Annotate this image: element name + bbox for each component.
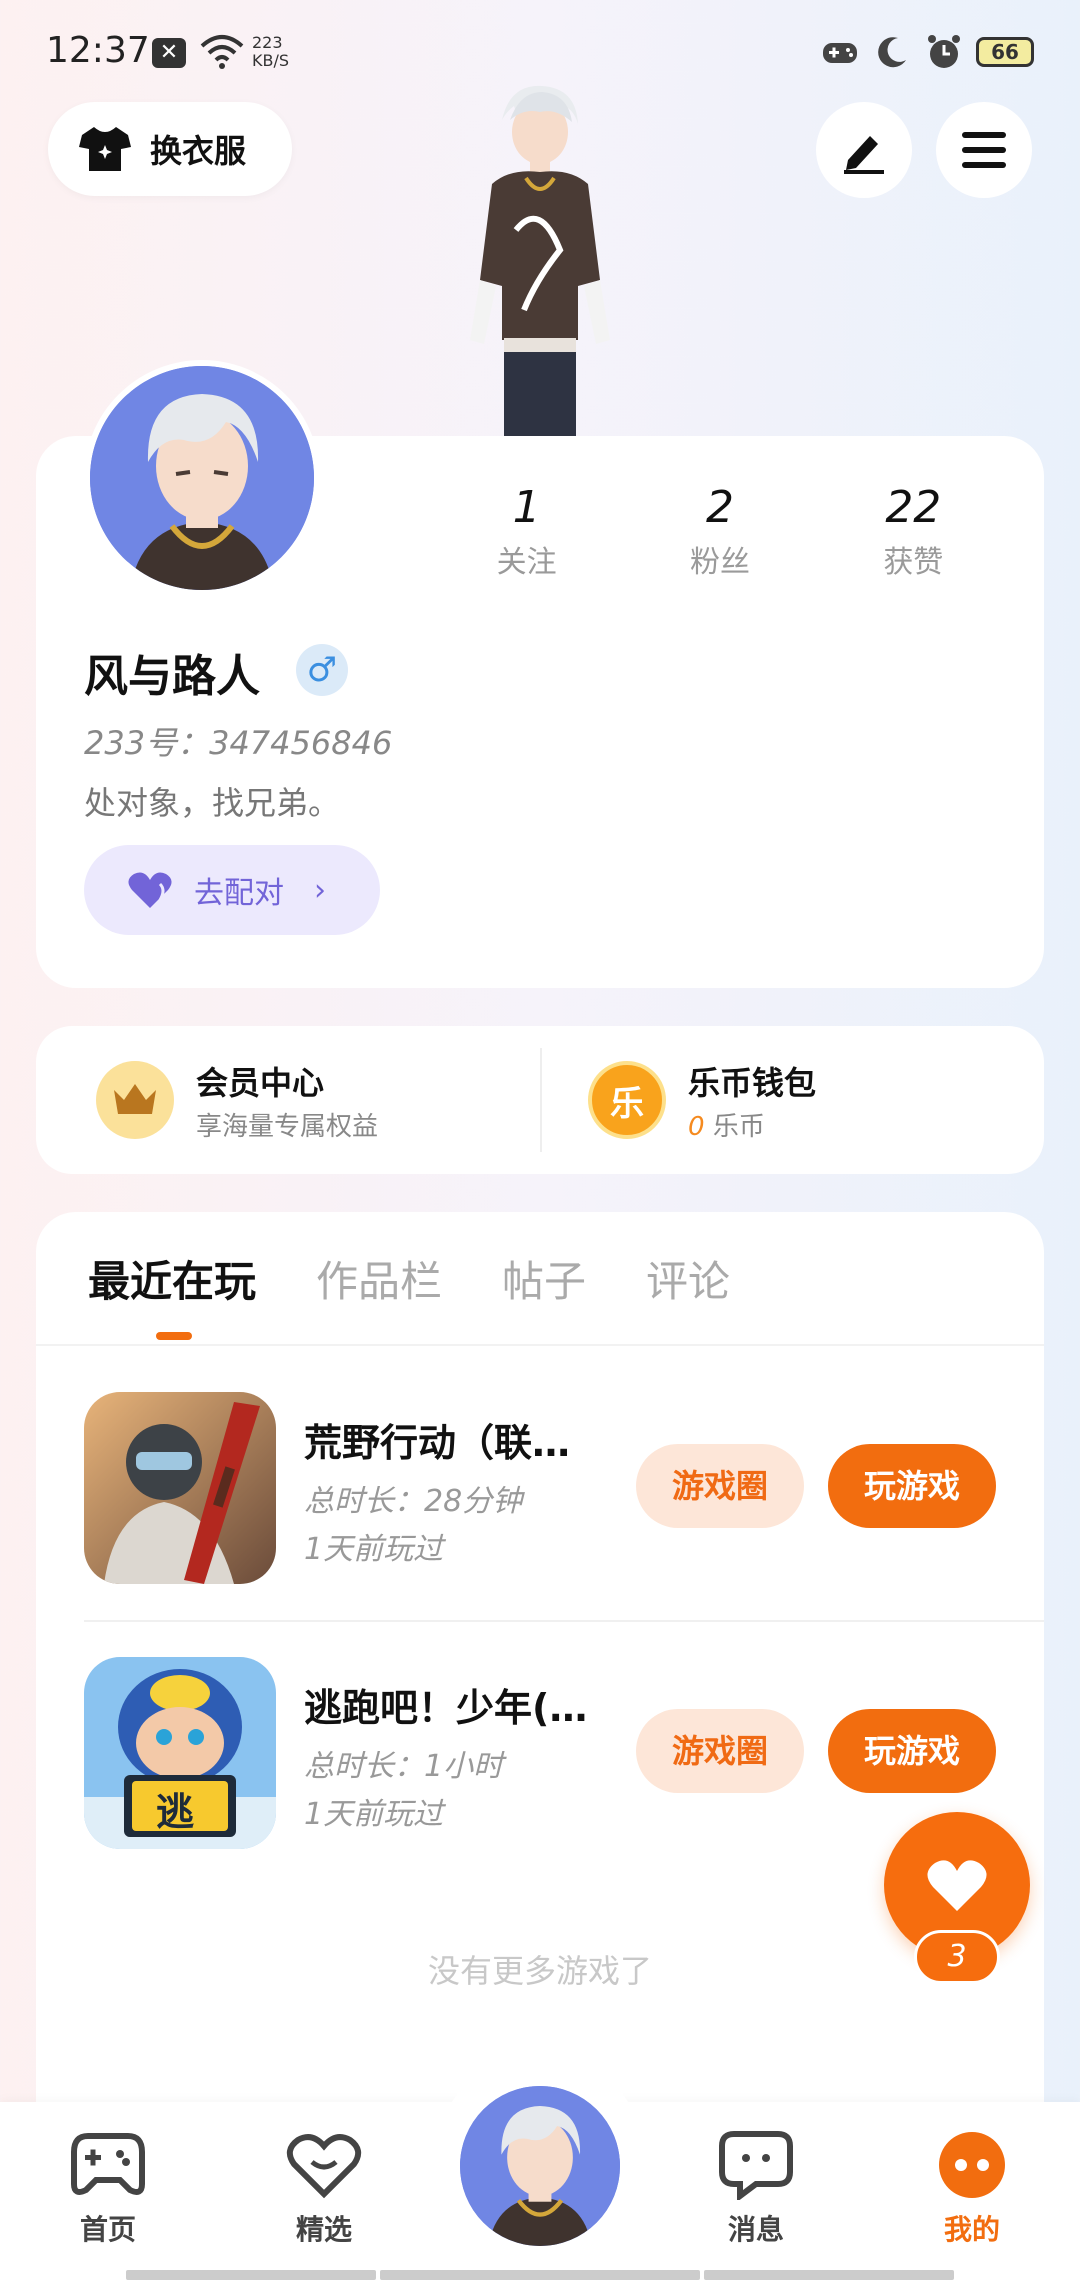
change-outfit-button[interactable]: 换衣服 (48, 102, 292, 196)
row-divider (84, 1620, 1044, 1622)
tabs-divider (36, 1344, 1044, 1346)
active-tab-indicator (156, 1332, 192, 1340)
game-name: 荒野行动（联… (304, 1421, 571, 1465)
nav-avatar-portrait (460, 2086, 620, 2246)
coin-wallet-title: 乐币钱包 (688, 1063, 817, 1102)
net-speed-unit: KB/S (252, 51, 290, 70)
heart-icon (128, 872, 172, 908)
avatar-figure[interactable] (440, 80, 640, 440)
game-row[interactable]: 荒野行动（联… 总时长：28分钟 1天前玩过 游戏圈 玩游戏 (84, 1392, 1044, 1592)
gesture-bar (380, 2270, 700, 2280)
username: 风与路人 (84, 651, 260, 702)
notification-icon: ✕ (152, 38, 186, 68)
stat-followers-label: 粉丝 (689, 545, 750, 580)
game-circle-button[interactable]: 游戏圈 (636, 1444, 804, 1528)
stat-likes-count: 22 (885, 482, 942, 533)
nav-messages-label: 消息 (727, 2213, 784, 2246)
profile-avatar[interactable] (84, 360, 320, 596)
tab-works[interactable]: 作品栏 (316, 1248, 442, 1309)
tab-comments[interactable]: 评论 (646, 1248, 730, 1309)
avatar-portrait (90, 366, 314, 590)
nav-home-label: 首页 (79, 2213, 136, 2246)
pen-icon (844, 136, 884, 174)
game-duration: 总时长：28分钟 (304, 1484, 523, 1519)
wifi-icon (200, 35, 244, 69)
game-last-played: 1天前玩过 (304, 1532, 444, 1567)
gesture-bar (126, 2270, 376, 2280)
net-speed-value: 223 (252, 33, 283, 52)
game-name: 逃跑吧！少年(… (304, 1686, 588, 1730)
change-outfit-label: 换衣服 (150, 132, 247, 170)
game-row[interactable]: 逃 逃跑吧！少年(… 总时长：1小时 1天前玩过 游戏圈 玩游戏 (84, 1657, 1044, 1857)
game-duration: 总时长：1小时 (304, 1749, 504, 1784)
stat-followers[interactable]: 2 粉丝 (623, 482, 816, 581)
gamepad-status-icon (823, 43, 857, 63)
play-game-button[interactable]: 玩游戏 (828, 1709, 996, 1793)
nav-avatar[interactable] (454, 2080, 626, 2252)
nav-featured-label: 精选 (295, 2213, 352, 2246)
vip-center-entry[interactable]: 会员中心 享海量专属权益 (96, 1026, 378, 1174)
game-circle-button[interactable]: 游戏圈 (636, 1709, 804, 1793)
crown-icon (96, 1061, 174, 1139)
tab-posts[interactable]: 帖子 (502, 1248, 586, 1309)
gesture-bar (704, 2270, 954, 2280)
heart-count-badge: 3 (914, 1930, 1000, 1984)
coin-icon: 乐 (588, 1061, 666, 1139)
game-icon-char: 逃 (156, 1790, 195, 1834)
profile-face-icon (939, 2132, 1005, 2198)
go-match-button[interactable]: 去配对 › (84, 845, 380, 935)
profile-tabs: 最近在玩 作品栏 帖子 评论 (52, 1248, 730, 1309)
profile-stats: 1 关注 2 粉丝 22 获赞 (430, 482, 1010, 581)
coin-balance: 0 (688, 1111, 705, 1142)
gamepad-icon (71, 2133, 145, 2195)
coin-wallet-subtitle: 0 乐币 (688, 1106, 816, 1143)
edit-profile-button[interactable] (816, 102, 912, 198)
message-icon (719, 2131, 793, 2202)
stat-following[interactable]: 1 关注 (430, 482, 623, 581)
alarm-icon (928, 35, 960, 68)
male-gender-icon: ♂ (296, 644, 348, 696)
stat-likes-label: 获赞 (883, 545, 944, 580)
net-speed: 223 KB/S (252, 34, 289, 70)
member-divider (540, 1048, 542, 1152)
shirt-icon (79, 127, 131, 171)
game-icon-escape-boy[interactable]: 逃 (84, 1657, 276, 1849)
moon-icon (878, 37, 906, 68)
coin-wallet-entry[interactable]: 乐 乐币钱包 0 乐币 (588, 1026, 816, 1174)
nav-mine-label: 我的 (943, 2213, 1000, 2246)
user-bio: 处对象，找兄弟。 (84, 784, 341, 822)
stat-followers-count: 2 (705, 482, 734, 533)
coin-unit: 乐币 (712, 1111, 765, 1142)
user-id[interactable]: 233号：347456846 (84, 718, 392, 764)
stat-following-label: 关注 (496, 545, 557, 580)
heart-icon (927, 1860, 987, 1911)
tab-recent-playing[interactable]: 最近在玩 (88, 1248, 256, 1309)
member-wallet-card: 会员中心 享海量专属权益 乐 乐币钱包 0 乐币 (36, 1026, 1044, 1174)
battery-indicator: 66 (976, 37, 1034, 67)
game-last-played: 1天前玩过 (304, 1797, 444, 1832)
nav-home[interactable]: 首页 (48, 2130, 168, 2248)
nav-mine[interactable]: 我的 (912, 2130, 1032, 2248)
menu-button[interactable] (936, 102, 1032, 198)
play-game-button[interactable]: 玩游戏 (828, 1444, 996, 1528)
status-time: 12:37 (46, 30, 150, 71)
go-match-label: 去配对 (194, 876, 284, 911)
vip-center-subtitle: 享海量专属权益 (196, 1111, 379, 1142)
stat-following-count: 1 (512, 482, 541, 533)
hamburger-menu-icon (962, 132, 1006, 168)
chevron-right-icon: › (314, 872, 326, 908)
vip-center-title: 会员中心 (196, 1063, 325, 1102)
stat-likes[interactable]: 22 获赞 (817, 482, 1010, 581)
game-icon-knives-out[interactable] (84, 1392, 276, 1584)
heart-outline-icon (286, 2134, 362, 2199)
nav-messages[interactable]: 消息 (696, 2130, 816, 2248)
nav-featured[interactable]: 精选 (264, 2130, 384, 2248)
coin-icon-char: 乐 (610, 1083, 644, 1124)
